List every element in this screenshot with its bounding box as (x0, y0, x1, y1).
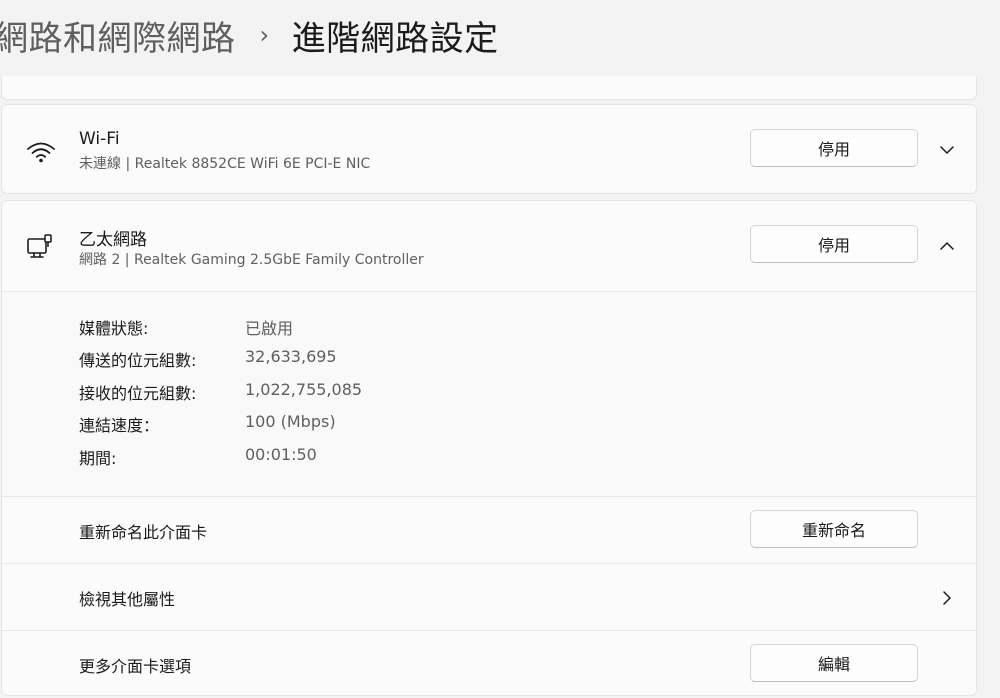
adapter-name-wifi: Wi-Fi (79, 129, 120, 149)
detail-label: 連結速度： (79, 416, 160, 435)
detail-value: 100 (Mbps) (245, 412, 336, 431)
ethernet-icon (27, 234, 52, 258)
detail-label: 接收的位元組數: (79, 384, 197, 403)
view-properties-label: 檢視其他屬性 (79, 590, 176, 609)
detail-value: 1,022,755,085 (245, 380, 363, 399)
page-title: 進階網路設定 (291, 18, 499, 59)
chevron-up-icon[interactable] (935, 234, 959, 258)
adapter-row-wifi[interactable]: Wi-Fi 未連線 | Realtek 8852CE WiFi 6E PCI-E… (2, 105, 976, 195)
edit-button[interactable]: 編輯 (750, 644, 918, 682)
detail-label: 期間: (79, 449, 117, 468)
adapter-description-ethernet: 網路 2 | Realtek Gaming 2.5GbE Family Cont… (79, 252, 424, 268)
adapter-card-wifi[interactable]: Wi-Fi 未連線 | Realtek 8852CE WiFi 6E PCI-E… (1, 104, 977, 194)
divider (2, 496, 976, 497)
adapter-name-ethernet: 乙太網路 (79, 230, 147, 250)
detail-label: 傳送的位元組數: (79, 351, 197, 370)
detail-value: 32,633,695 (245, 347, 337, 366)
more-adapter-options-label: 更多介面卡選項 (79, 657, 192, 676)
adapter-description-wifi: 未連線 | Realtek 8852CE WiFi 6E PCI-E NIC (79, 156, 371, 172)
breadcrumb-parent-link[interactable]: 網路和網際網路 (0, 11, 236, 60)
adapter-card-ethernet: 乙太網路 網路 2 | Realtek Gaming 2.5GbE Family… (1, 200, 977, 696)
adapter-row-ethernet[interactable]: 乙太網路 網路 2 | Realtek Gaming 2.5GbE Family… (2, 201, 976, 291)
breadcrumb: 網路和網際網路 › 進階網路設定 (0, 10, 499, 60)
detail-value: 00:01:50 (245, 445, 317, 464)
disable-wifi-button[interactable]: 停用 (750, 129, 918, 167)
disable-ethernet-button[interactable]: 停用 (750, 225, 918, 263)
chevron-right-icon (943, 591, 951, 605)
previous-card (1, 76, 977, 100)
divider (2, 630, 976, 631)
adapter-details: 媒體狀態: 已啟用 傳送的位元組數: 32,633,695 接收的位元組數: 1… (2, 292, 976, 496)
breadcrumb-separator-icon: › (259, 21, 270, 49)
detail-value: 已啟用 (245, 319, 294, 338)
wifi-icon (27, 142, 55, 163)
rename-adapter-label: 重新命名此介面卡 (79, 523, 208, 542)
detail-label: 媒體狀態: (79, 319, 149, 338)
chevron-down-icon[interactable] (935, 138, 959, 162)
view-properties-row[interactable]: 檢視其他屬性 (2, 564, 976, 630)
rename-button[interactable]: 重新命名 (750, 510, 918, 548)
